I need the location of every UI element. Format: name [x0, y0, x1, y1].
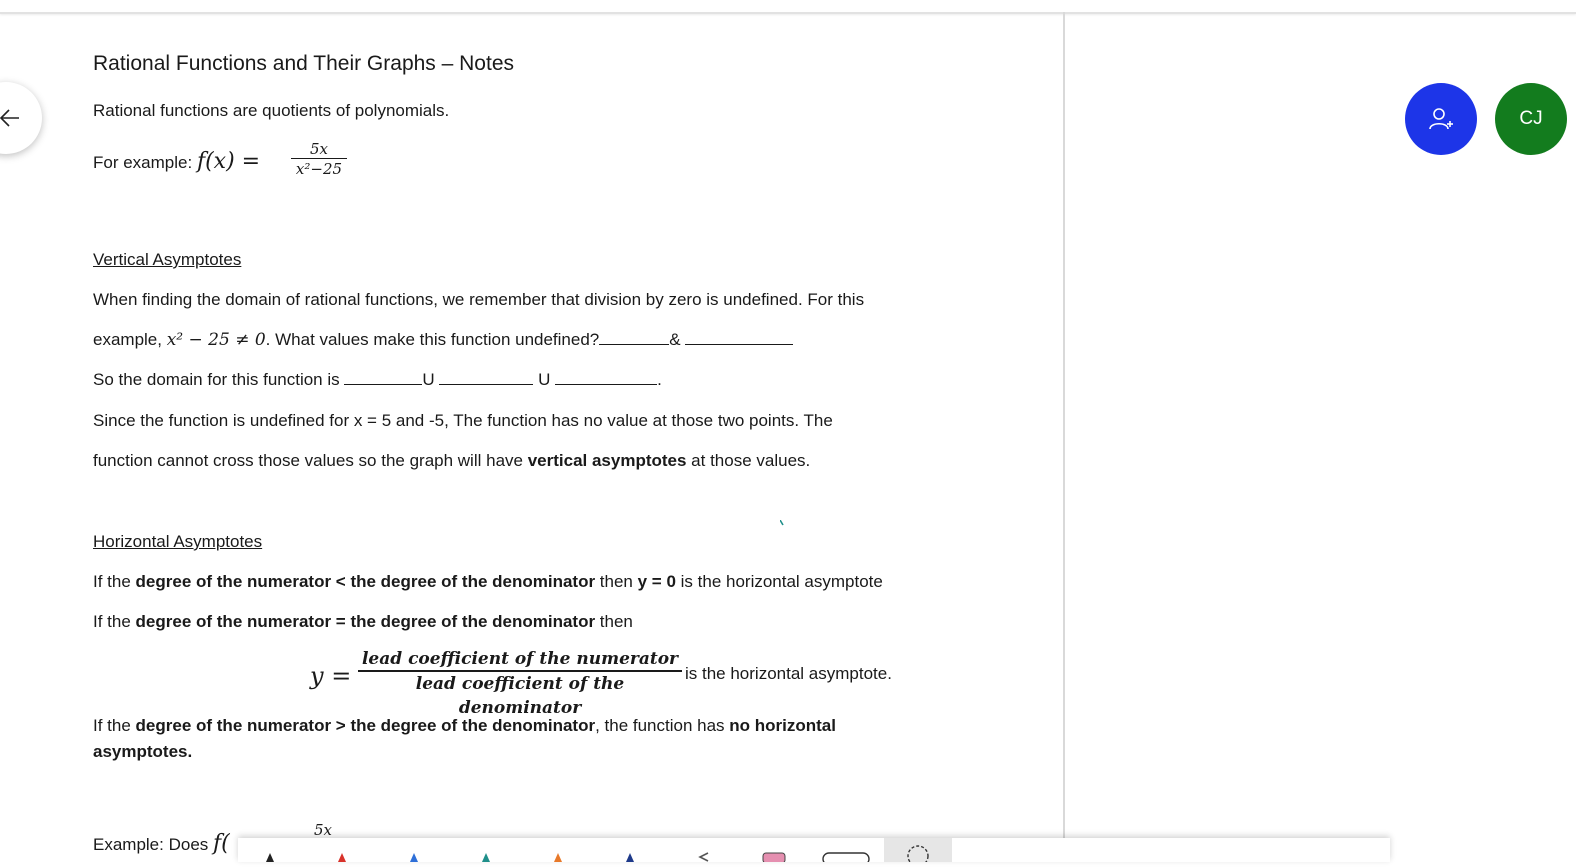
vertical-paragraph-2: example, x² − 25 ≠ 0. What values make t… — [93, 330, 794, 350]
r1-bold: degree of the numerator < the degree of … — [135, 572, 596, 591]
equation-lhs: y = — [310, 662, 352, 690]
example-lhs: f(x) = — [196, 149, 261, 174]
example-label: For example: — [93, 153, 197, 172]
arrow-left-icon — [0, 109, 19, 127]
vertical-heading: Vertical Asymptotes — [93, 250, 242, 269]
pen-blue-tool[interactable] — [394, 838, 434, 862]
equation-post: is the horizontal asymptote. — [685, 664, 892, 683]
equation-numerator: lead coefficient of the numerator — [361, 649, 679, 669]
horizontal-rule-3-cont: asymptotes. — [93, 742, 192, 762]
r1-pre: If the — [93, 572, 136, 591]
horizontal-rule-1: If the degree of the numerator < the deg… — [93, 572, 883, 592]
example-numerator: 5x — [309, 140, 328, 158]
union-1: U — [422, 370, 435, 389]
r3-bold3: asymptotes. — [93, 742, 193, 761]
highlighter-pink-tool[interactable] — [754, 838, 794, 864]
p5-bold: vertical asymptotes — [527, 451, 687, 470]
vertical-paragraph-4: Since the function is undefined for x = … — [93, 411, 833, 430]
vertical-paragraph-3: So the domain for this function is U U . — [93, 370, 662, 390]
p2-math: x² − 25 ≠ 0 — [166, 330, 266, 350]
add-user-icon — [1429, 108, 1453, 130]
union-2: U — [538, 370, 551, 389]
back-button[interactable] — [0, 82, 42, 154]
p2-post: . What values make this function undefin… — [265, 330, 600, 349]
p2-amp: & — [669, 330, 681, 349]
example-fraction: 5x x²−25 — [291, 140, 347, 179]
r3-mid: , the function has — [595, 716, 730, 735]
example2-fn: f( — [213, 831, 230, 856]
p2-pre: example, — [93, 330, 167, 349]
add-user-button[interactable] — [1405, 83, 1477, 155]
pen-orange-tool[interactable] — [538, 838, 578, 862]
p5-pre: function cannot cross those values so th… — [93, 451, 528, 470]
ink-toolbar — [238, 838, 1390, 867]
pen-teal-tool[interactable] — [466, 838, 506, 862]
domain-blank-1[interactable] — [344, 370, 423, 385]
intro-text: Rational functions are quotients of poly… — [93, 101, 450, 120]
example-line: For example: f(x) = — [93, 149, 261, 174]
page-title: Rational Functions and Their Graphs – No… — [93, 52, 515, 75]
pen-darkblue-tool[interactable] — [610, 838, 650, 862]
horizontal-heading: Horizontal Asymptotes — [93, 532, 263, 551]
r1-mid: then — [595, 572, 638, 591]
shape-tool[interactable] — [818, 838, 874, 866]
p5-post: at those values. — [686, 451, 811, 470]
p3-text: So the domain for this function is — [93, 370, 345, 389]
eraser-tool[interactable] — [682, 838, 722, 862]
lasso-tool[interactable] — [884, 838, 952, 867]
domain-blank-3[interactable] — [555, 370, 658, 385]
example2-line: Example: Does f( — [93, 831, 230, 856]
r3-bold: degree of the numerator > the degree of … — [135, 716, 596, 735]
r2-pre: If the — [93, 612, 136, 631]
example2-label: Example: Does — [93, 835, 213, 854]
example-denominator: x²−25 — [295, 160, 343, 178]
pen-red-tool[interactable] — [322, 838, 362, 862]
equation-denominator: lead coefficient of the denominator — [415, 674, 625, 718]
domain-blank-2[interactable] — [439, 370, 534, 385]
r2-bold: degree of the numerator = the degree of … — [135, 612, 596, 631]
horizontal-rule-2: If the degree of the numerator = the deg… — [93, 612, 633, 632]
p3-end: . — [657, 370, 662, 389]
ink-mark — [780, 520, 784, 526]
equation-fraction: lead coefficient of the numerator lead c… — [358, 648, 682, 720]
pen-black-tool[interactable] — [250, 838, 290, 862]
page-divider — [1063, 12, 1065, 862]
vertical-paragraph-5: function cannot cross those values so th… — [93, 451, 810, 471]
vertical-paragraph-1: When finding the domain of rational func… — [93, 290, 865, 309]
r3-pre: If the — [93, 716, 136, 735]
top-bar — [0, 0, 1576, 14]
horizontal-rule-3: If the degree of the numerator > the deg… — [93, 716, 836, 736]
user-avatar[interactable]: CJ — [1495, 83, 1567, 155]
r3-bold2: no horizontal — [729, 716, 836, 735]
answer-blank-1[interactable] — [599, 330, 670, 345]
answer-blank-2[interactable] — [685, 330, 794, 345]
r2-post: then — [595, 612, 633, 631]
r1-bold2: y = 0 — [637, 572, 676, 591]
example2-numerator: 5x — [314, 821, 333, 839]
r1-post: is the horizontal asymptote — [675, 572, 883, 591]
